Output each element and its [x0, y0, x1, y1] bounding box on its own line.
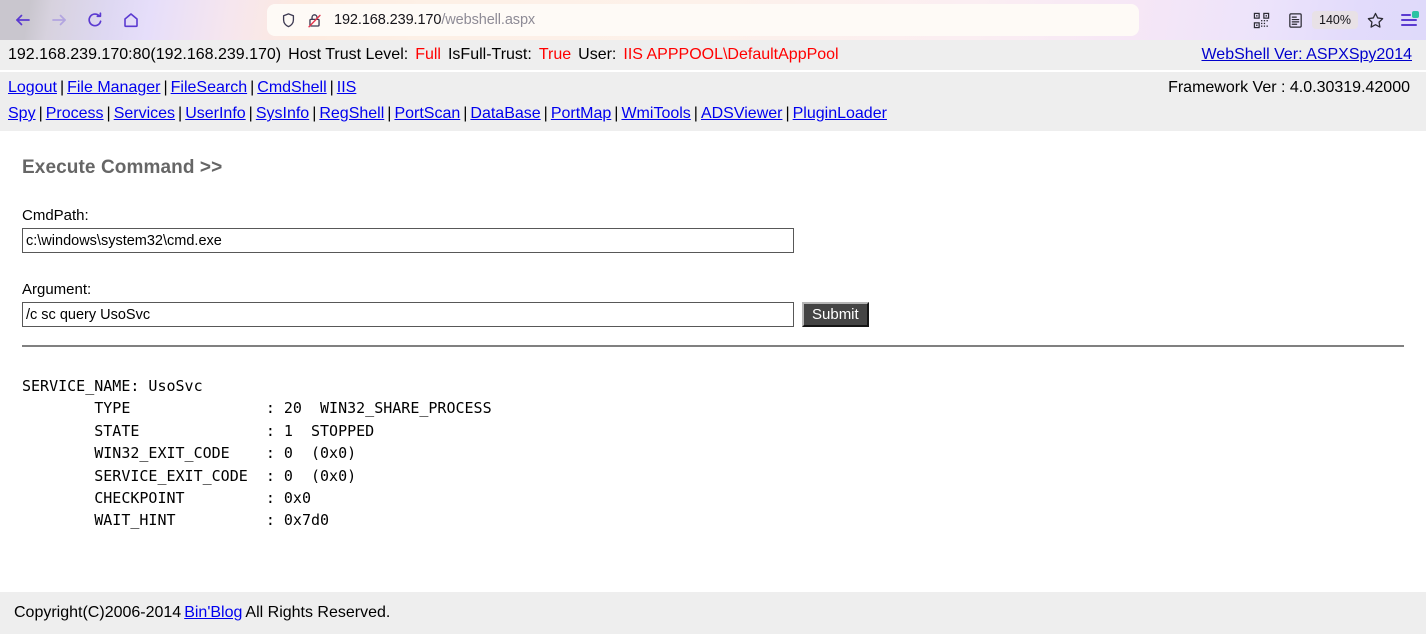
server-status-bar: 192.168.239.170:80(192.168.239.170) Host… — [0, 40, 1426, 70]
trust-level-value: Full — [415, 46, 441, 63]
user-value: IIS APPPOOL\DefaultAppPool — [623, 46, 839, 63]
content-divider — [22, 345, 1404, 347]
home-button[interactable] — [114, 4, 148, 36]
nav-separator: | — [163, 79, 168, 96]
nav-item-pluginloader[interactable]: PluginLoader — [793, 105, 887, 122]
framework-version: Framework Ver : 4.0.30319.42000 — [1168, 79, 1410, 96]
main-content: Execute Command >> CmdPath: Argument: Su… — [0, 157, 1426, 532]
cmdpath-label: CmdPath: — [22, 207, 89, 224]
lock-crossed-icon[interactable] — [306, 12, 323, 29]
shield-icon[interactable] — [280, 12, 297, 29]
argument-label: Argument: — [22, 281, 92, 298]
star-icon — [1367, 12, 1383, 28]
nav-item-file-manager[interactable]: File Manager — [67, 79, 160, 96]
reader-view-button[interactable] — [1278, 4, 1312, 36]
reload-button[interactable] — [78, 4, 112, 36]
url-bar-icons — [280, 12, 323, 29]
update-badge-dot — [1412, 11, 1419, 18]
copyright-prefix: Copyright(C)2006-2014 — [14, 604, 182, 621]
webshell-version: WebShell Ver: ASPXSpy2014 — [1201, 46, 1420, 64]
nav-separator: | — [463, 105, 468, 122]
nav-item-wmitools[interactable]: WmiTools — [621, 105, 690, 122]
blog-link[interactable]: Bin'Blog — [184, 604, 242, 622]
nav-item-services[interactable]: Services — [114, 105, 175, 122]
nav-item-filesearch[interactable]: FileSearch — [171, 79, 247, 96]
nav-separator: | — [785, 105, 790, 122]
argument-row: Submit — [14, 302, 1412, 327]
page-title: Execute Command >> — [22, 157, 223, 178]
url-host: 192.168.239.170 — [334, 12, 442, 28]
nav-separator: | — [312, 105, 317, 122]
bookmark-button[interactable] — [1358, 4, 1392, 36]
toolbar-right-actions: 140% — [1244, 4, 1426, 36]
nav-separator: | — [387, 105, 392, 122]
cmdpath-input[interactable] — [22, 228, 794, 253]
isfull-trust-value: True — [538, 46, 572, 63]
menu-button[interactable] — [1392, 4, 1426, 36]
nav-item-logout[interactable]: Logout — [8, 79, 57, 96]
back-button[interactable] — [6, 4, 40, 36]
nav-item-cmdshell[interactable]: CmdShell — [257, 79, 326, 96]
page-body: 192.168.239.170:80(192.168.239.170) Host… — [0, 40, 1426, 634]
qr-code-icon — [1253, 12, 1269, 28]
nav-separator: | — [250, 79, 255, 96]
argument-input[interactable] — [22, 302, 794, 327]
nav-item-database[interactable]: DataBase — [470, 105, 540, 122]
submit-button[interactable]: Submit — [802, 302, 869, 327]
url-text: 192.168.239.170/webshell.aspx — [334, 12, 535, 28]
nav-item-process[interactable]: Process — [46, 105, 104, 122]
trust-level-label: Host Trust Level: — [288, 46, 409, 63]
nav-separator: | — [178, 105, 183, 122]
main-navigation: Framework Ver : 4.0.30319.42000 Logout | F… — [0, 70, 1426, 131]
url-bar[interactable]: 192.168.239.170/webshell.aspx — [267, 4, 1139, 36]
nav-separator: | — [329, 79, 334, 96]
nav-separator: | — [543, 105, 548, 122]
nav-separator: | — [38, 105, 43, 122]
nav-item-portmap[interactable]: PortMap — [551, 105, 611, 122]
user-label: User: — [578, 46, 617, 63]
nav-separator: | — [614, 105, 619, 122]
nav-item-regshell[interactable]: RegShell — [319, 105, 384, 122]
nav-separator: | — [106, 105, 111, 122]
home-icon — [124, 13, 138, 28]
webshell-version-link[interactable]: WebShell Ver: ASPXSpy2014 — [1201, 46, 1412, 63]
nav-item-sysinfo[interactable]: SysInfo — [256, 105, 309, 122]
isfull-trust-label: IsFull-Trust: — [447, 46, 532, 63]
nav-item-portscan[interactable]: PortScan — [394, 105, 460, 122]
server-host: 192.168.239.170:80(192.168.239.170) — [8, 46, 282, 63]
reader-view-icon — [1288, 12, 1302, 28]
reload-icon — [88, 12, 102, 27]
qr-code-button[interactable] — [1244, 4, 1278, 36]
browser-toolbar: 192.168.239.170/webshell.aspx 140% — [0, 0, 1426, 40]
arrow-right-icon — [52, 14, 66, 26]
page-footer: Copyright(C)2006-2014 Bin'Blog All Right… — [0, 592, 1426, 634]
navigation-buttons — [0, 4, 148, 36]
nav-separator: | — [59, 79, 65, 96]
url-path: /webshell.aspx — [441, 12, 536, 28]
zoom-level-badge[interactable]: 140% — [1312, 10, 1358, 30]
nav-item-adsviewer[interactable]: ADSViewer — [701, 105, 783, 122]
nav-separator: | — [693, 105, 698, 122]
copyright-suffix: All Rights Reserved. — [245, 604, 391, 621]
forward-button[interactable] — [42, 4, 76, 36]
nav-separator: | — [248, 105, 253, 122]
arrow-left-icon — [16, 14, 30, 26]
nav-item-userinfo[interactable]: UserInfo — [185, 105, 245, 122]
nav-links-container: Logout | File Manager | FileSearch | CmdShell |… — [8, 79, 887, 122]
status-info: 192.168.239.170:80(192.168.239.170) Host… — [8, 46, 839, 64]
command-output: SERVICE_NAME: UsoSvc TYPE : 20 WIN32_SHA… — [22, 377, 492, 530]
